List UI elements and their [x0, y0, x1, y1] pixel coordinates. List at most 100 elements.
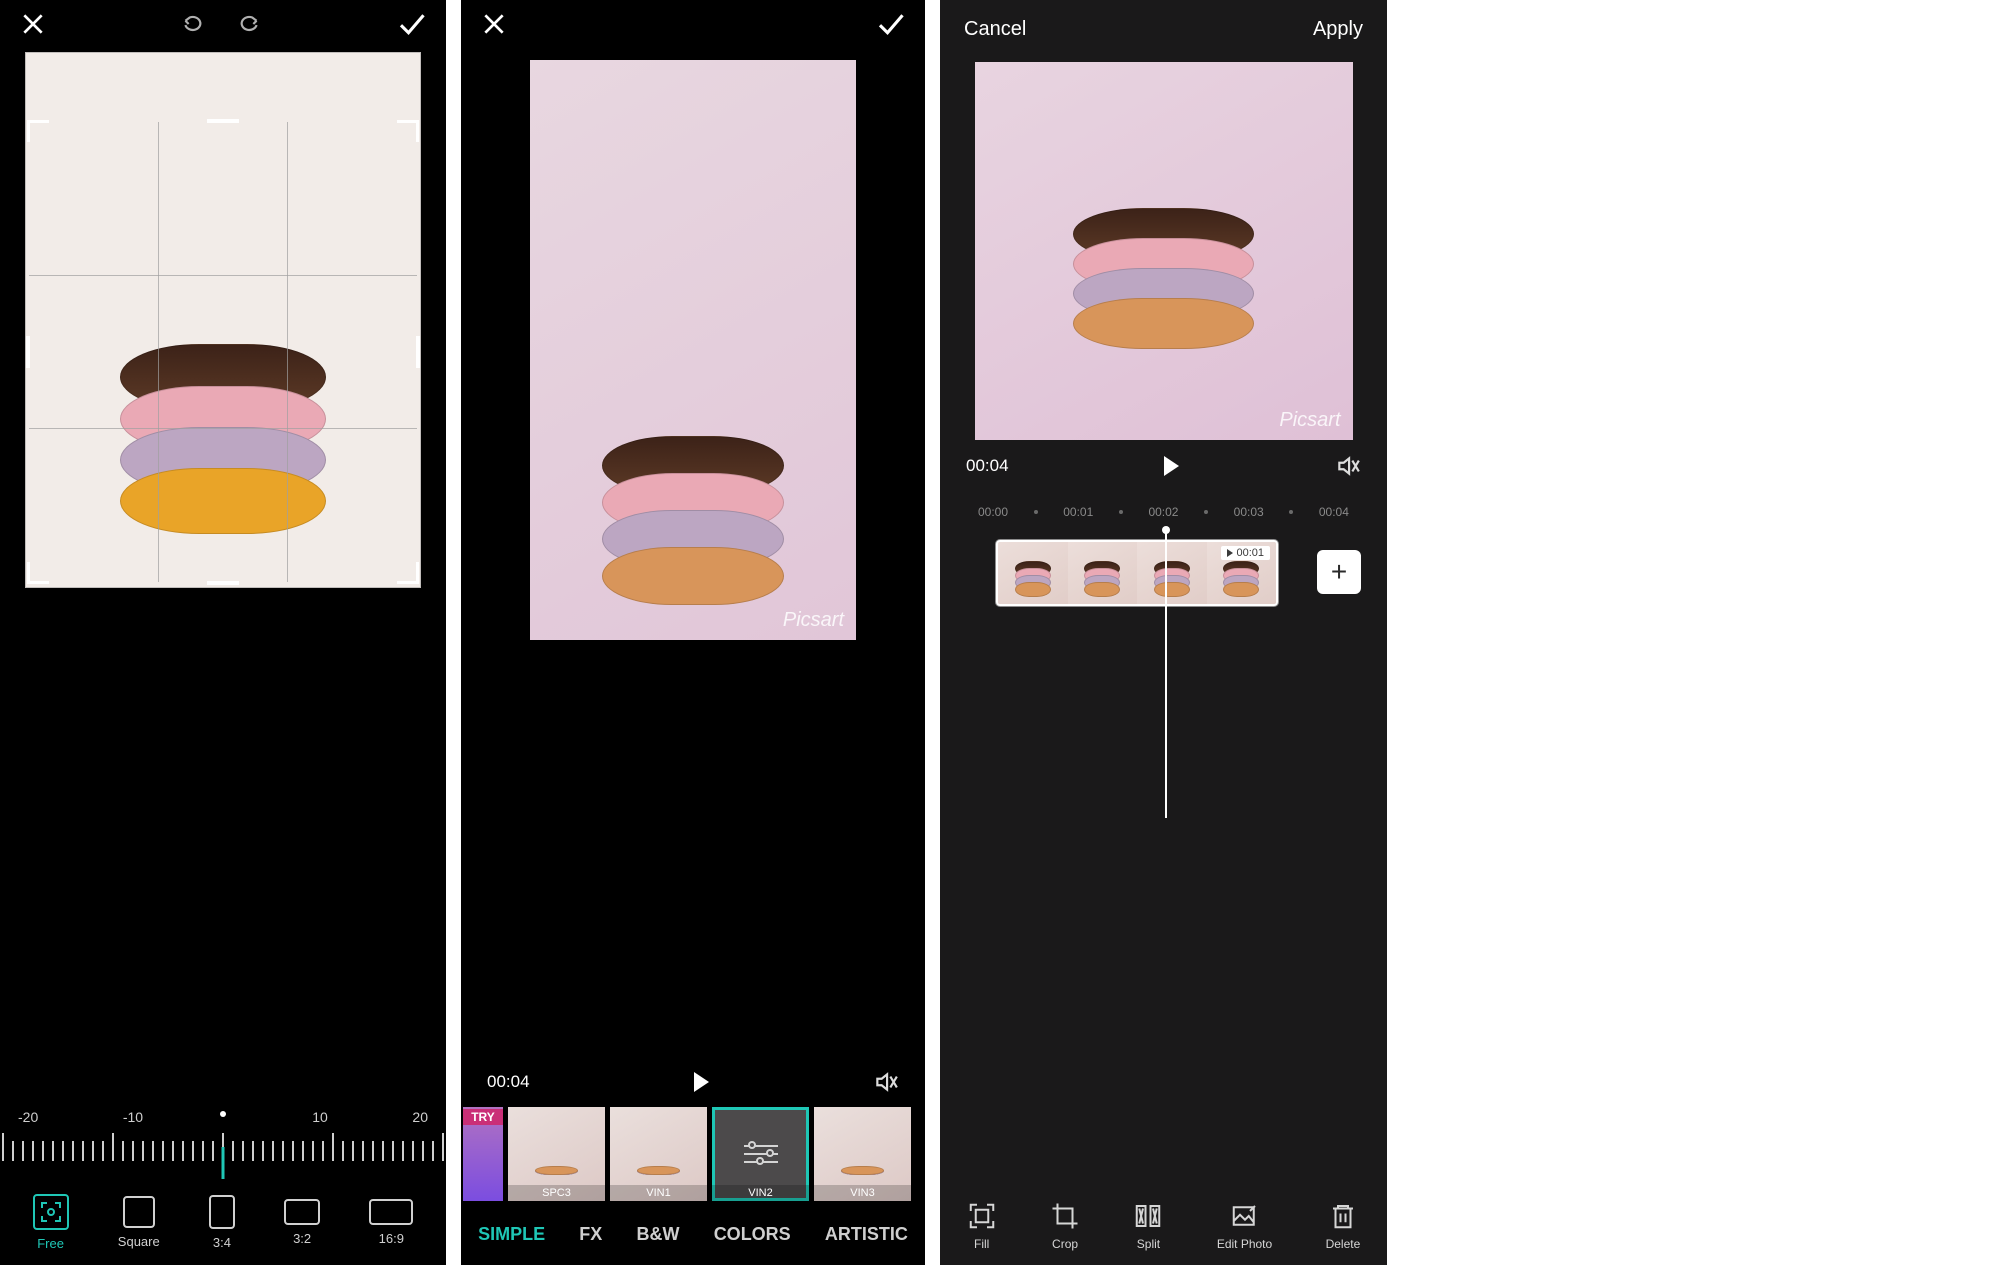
- crop-handle-br[interactable]: [397, 562, 419, 584]
- free-crop-icon: [39, 1200, 63, 1224]
- ruler-label: -10: [123, 1109, 143, 1125]
- time-display: 00:04: [487, 1072, 530, 1092]
- try-badge: TRY: [463, 1109, 503, 1125]
- close-button[interactable]: [481, 11, 507, 42]
- filter-label: VIN1: [610, 1185, 707, 1201]
- confirm-button[interactable]: [875, 9, 905, 44]
- filter-label: VIN3: [814, 1185, 911, 1201]
- filter-vin3[interactable]: VIN3: [814, 1107, 911, 1201]
- ratio-free[interactable]: Free: [33, 1194, 69, 1251]
- mute-button[interactable]: [873, 1069, 899, 1095]
- tl-time: 00:00: [978, 505, 1008, 519]
- ruler-marker[interactable]: [222, 1147, 225, 1179]
- ratio-label: Square: [118, 1234, 160, 1249]
- timeline-labels: 00:00 00:01 00:02 00:03 00:04: [940, 500, 1387, 524]
- close-icon: [20, 11, 46, 37]
- ratio-3-4[interactable]: 3:4: [209, 1195, 235, 1250]
- ruler-center-dot: [220, 1111, 226, 1117]
- ratio-label: 3:4: [213, 1235, 231, 1250]
- crop-canvas[interactable]: [25, 52, 421, 588]
- crop-handle-tl[interactable]: [27, 120, 49, 142]
- screen-crop: -20 -10 10 20 Free Square 3:4 3:2 16:9: [0, 0, 446, 1265]
- ruler-label: 10: [312, 1109, 328, 1125]
- add-clip-button[interactable]: +: [1317, 550, 1361, 594]
- split-icon: [1133, 1201, 1163, 1231]
- crop-frame[interactable]: [29, 122, 417, 582]
- topbar: [461, 0, 925, 52]
- cat-artistic[interactable]: ARTISTIC: [817, 1218, 916, 1251]
- apply-button[interactable]: Apply: [1313, 18, 1363, 41]
- plus-icon: +: [1331, 556, 1347, 588]
- ratio-3-2[interactable]: 3:2: [284, 1199, 320, 1246]
- topbar: [0, 0, 446, 52]
- close-icon: [481, 11, 507, 37]
- preview-image[interactable]: Picsart: [530, 60, 856, 640]
- tool-fill[interactable]: Fill: [967, 1201, 997, 1251]
- ruler-label: -20: [18, 1109, 38, 1125]
- crop-handle-top[interactable]: [207, 119, 239, 123]
- play-button[interactable]: [1164, 456, 1179, 476]
- preview-image[interactable]: Picsart: [975, 62, 1353, 440]
- tool-delete[interactable]: Delete: [1326, 1201, 1361, 1251]
- filter-vin2-selected[interactable]: VIN2: [712, 1107, 809, 1201]
- timeline-track[interactable]: 00:01 +: [940, 528, 1387, 620]
- watermark: Picsart: [783, 609, 844, 632]
- topbar: Cancel Apply: [940, 0, 1387, 58]
- tool-edit-photo[interactable]: Edit Photo: [1217, 1201, 1272, 1251]
- cat-fx[interactable]: FX: [571, 1218, 610, 1251]
- tool-label: Edit Photo: [1217, 1237, 1272, 1251]
- fill-icon: [967, 1201, 997, 1231]
- check-icon: [875, 9, 905, 39]
- tool-label: Split: [1137, 1237, 1160, 1251]
- crop-handle-left[interactable]: [26, 336, 30, 368]
- clip-duration: 00:01: [1236, 547, 1264, 559]
- filter-thumbnails[interactable]: TRY SPC3 VIN1 VIN2 VIN3: [461, 1107, 925, 1203]
- straighten-ruler[interactable]: -20 -10 10 20: [0, 1109, 446, 1179]
- tl-time: 00:04: [1319, 505, 1349, 519]
- image-content: [1073, 115, 1254, 349]
- filter-try[interactable]: TRY: [463, 1107, 503, 1201]
- play-button[interactable]: [694, 1072, 709, 1092]
- filter-categories: SIMPLE FX B&W COLORS ARTISTIC: [461, 1203, 925, 1265]
- crop-handle-right[interactable]: [416, 336, 420, 368]
- tl-time: 00:03: [1234, 505, 1264, 519]
- filter-label: SPC3: [508, 1185, 605, 1201]
- ratio-label: 3:2: [293, 1231, 311, 1246]
- ratio-16-9[interactable]: 16:9: [369, 1199, 413, 1246]
- undo-button[interactable]: [180, 11, 206, 42]
- filter-spc3[interactable]: SPC3: [508, 1107, 605, 1201]
- cancel-button[interactable]: Cancel: [964, 18, 1026, 41]
- cat-bw[interactable]: B&W: [629, 1218, 688, 1251]
- crop-handle-tr[interactable]: [397, 120, 419, 142]
- playback-row: 00:04: [940, 444, 1387, 488]
- confirm-button[interactable]: [396, 9, 426, 44]
- timeline[interactable]: 00:00 00:01 00:02 00:03 00:04 00:01 +: [940, 488, 1387, 620]
- ratio-label: 16:9: [379, 1231, 404, 1246]
- playhead[interactable]: [1165, 528, 1167, 818]
- clip-duration-badge: 00:01: [1221, 546, 1270, 560]
- screen-video-edit: Cancel Apply Picsart 00:04 00:00 00:01 0…: [940, 0, 1387, 1265]
- cat-simple[interactable]: SIMPLE: [470, 1218, 553, 1251]
- ratio-label: Free: [37, 1236, 64, 1251]
- clip[interactable]: 00:01: [996, 540, 1278, 606]
- playback-row: 00:04: [461, 1057, 925, 1107]
- tool-label: Crop: [1052, 1237, 1078, 1251]
- tool-row: Fill Crop Split Edit Photo Delete: [940, 1187, 1387, 1265]
- close-button[interactable]: [20, 11, 46, 42]
- ratio-square[interactable]: Square: [118, 1196, 160, 1249]
- tool-crop[interactable]: Crop: [1050, 1201, 1080, 1251]
- aspect-ratio-bar: Free Square 3:4 3:2 16:9: [0, 1179, 446, 1265]
- trash-icon: [1328, 1201, 1358, 1231]
- tool-label: Fill: [974, 1237, 989, 1251]
- crop-handle-bl[interactable]: [27, 562, 49, 584]
- cat-colors[interactable]: COLORS: [706, 1218, 799, 1251]
- filter-label: VIN2: [712, 1185, 809, 1201]
- crop-handle-bottom[interactable]: [207, 581, 239, 585]
- edit-photo-icon: [1230, 1201, 1260, 1231]
- redo-button[interactable]: [236, 11, 262, 42]
- mute-button[interactable]: [1335, 453, 1361, 479]
- image-content: [602, 338, 785, 605]
- tool-split[interactable]: Split: [1133, 1201, 1163, 1251]
- tl-time: 00:01: [1063, 505, 1093, 519]
- filter-vin1[interactable]: VIN1: [610, 1107, 707, 1201]
